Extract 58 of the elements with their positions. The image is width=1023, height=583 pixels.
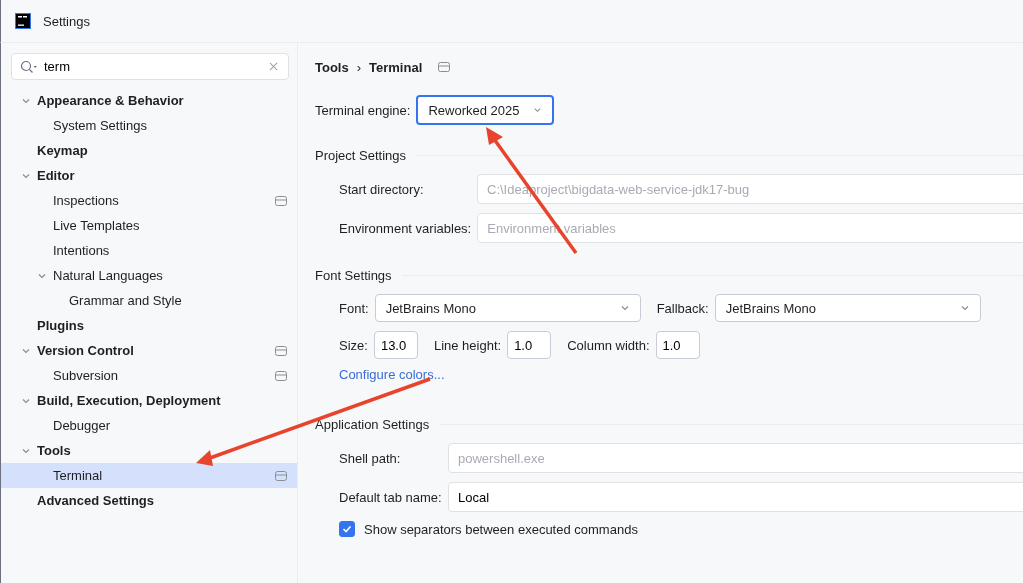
tree-item[interactable]: Debugger — [1, 413, 297, 438]
tree-item[interactable]: Terminal — [1, 463, 297, 488]
window-title: Settings — [43, 13, 90, 29]
search-field[interactable]: term — [11, 53, 289, 80]
input-field[interactable]: Local — [448, 482, 1023, 512]
field-label: Default tab name: — [339, 489, 442, 505]
search-icon — [20, 60, 38, 74]
tree-item[interactable]: Inspections — [1, 188, 297, 213]
breadcrumb-item: Terminal — [369, 59, 423, 75]
chevron-icon[interactable] — [533, 105, 543, 115]
tree-item[interactable]: System Settings — [1, 113, 297, 138]
input-field[interactable]: powershell.exe — [448, 443, 1023, 473]
section-title: Font Settings — [315, 267, 392, 283]
section-title: Application Settings — [315, 416, 430, 432]
tree-item[interactable]: Plugins — [1, 313, 297, 338]
chevron-icon[interactable] — [619, 303, 630, 313]
app-logo-icon — [15, 13, 31, 29]
field-label: Terminal engine: — [315, 102, 411, 118]
font-dropdown[interactable]: JetBrains Mono — [374, 294, 641, 322]
field-label: Size: — [339, 337, 368, 353]
tree-item[interactable]: Tools — [1, 438, 297, 463]
project-level-icon — [275, 370, 287, 381]
field-label: Fallback: — [656, 300, 709, 316]
number-field[interactable]: 13.0 — [373, 331, 418, 359]
chevron-icon[interactable] — [959, 303, 970, 313]
configure-colors-link[interactable]: Configure colors... — [339, 367, 445, 382]
breadcrumb-separator: › — [356, 59, 362, 75]
tree-item[interactable]: Appearance & Behavior — [1, 88, 297, 113]
field-label: Line height: — [433, 337, 502, 353]
section-title: Project Settings — [315, 147, 407, 163]
tree-item[interactable]: Live Templates — [1, 213, 297, 238]
check-icon — [341, 523, 353, 535]
tree-item[interactable]: Grammar and Style — [1, 288, 297, 313]
field-label: Start directory: — [339, 181, 425, 197]
number-field[interactable]: 1.0 — [507, 331, 552, 359]
tree-item[interactable]: Build, Execution, Deployment — [1, 388, 297, 413]
field-label: Shell path: — [339, 450, 402, 466]
tree-item[interactable]: Editor — [1, 163, 297, 188]
project-level-icon — [275, 470, 287, 481]
tree-item[interactable]: Advanced Settings — [1, 488, 297, 513]
tree-item[interactable]: Version Control — [1, 338, 297, 363]
clear-icon[interactable] — [269, 62, 278, 71]
project-level-icon — [438, 62, 451, 72]
tree-item[interactable]: Keymap — [1, 138, 297, 163]
project-level-icon — [275, 195, 287, 206]
tree-item[interactable]: Intentions — [1, 238, 297, 263]
breadcrumb-item: Tools — [315, 59, 349, 75]
checkbox[interactable] — [339, 521, 355, 537]
field-label: Environment variables: — [339, 220, 472, 236]
tree-item[interactable]: Subversion — [1, 363, 297, 388]
project-level-icon — [275, 345, 287, 356]
field-label: Column width: — [567, 337, 650, 353]
fallback-dropdown[interactable]: JetBrains Mono — [714, 294, 981, 322]
checkbox-label: Show separators between executed commands — [364, 521, 638, 537]
field-label: Font: — [339, 300, 369, 316]
number-field[interactable]: 1.0 — [655, 331, 700, 359]
tree-item[interactable]: Natural Languages — [1, 263, 297, 288]
engine-dropdown[interactable]: Reworked 2025 — [416, 95, 555, 125]
